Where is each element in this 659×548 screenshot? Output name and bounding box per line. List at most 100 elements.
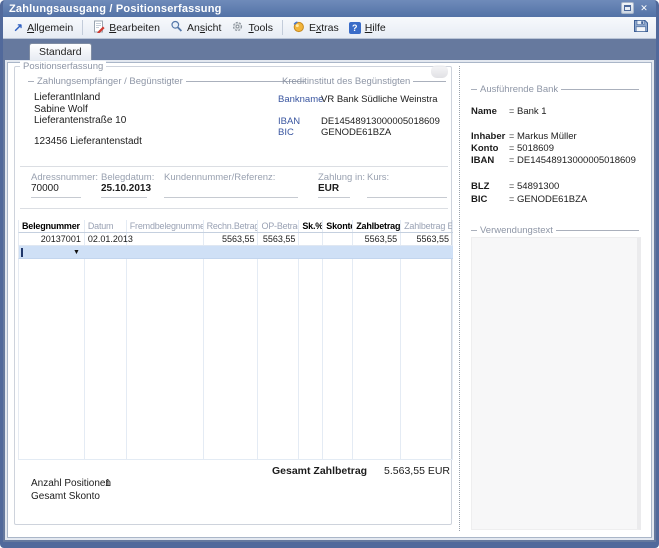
menu-label: Hilfe xyxy=(365,22,386,34)
payee-contact: Sabine Wolf xyxy=(34,104,142,116)
gesamt-zahlbetrag-label: Gesamt Zahlbetrag xyxy=(272,465,367,477)
iban-label: IBAN xyxy=(278,116,300,127)
window-title: Zahlungsausgang / Positionserfassung xyxy=(9,3,222,15)
bank-blz-value: 54891300 xyxy=(517,181,559,192)
table-row-selected[interactable]: ▼ xyxy=(18,246,453,259)
belegdatum-value: 25.10.2013 xyxy=(101,183,151,194)
col-fremdbelegnummer[interactable]: Fremdbelegnummer xyxy=(127,220,204,232)
adressnummer-field[interactable]: 70000 xyxy=(31,183,81,198)
menu-label: Bearbeiten xyxy=(109,22,160,34)
bank-inhaber-label: Inhaber xyxy=(471,131,505,142)
payee-name: LieferantInland xyxy=(34,92,142,104)
cell-datum: 02.01.2013 xyxy=(85,233,127,245)
col-sk-prozent[interactable]: Sk.% xyxy=(299,220,323,232)
menu-allgemein[interactable]: ↗ Allgemein xyxy=(8,20,78,36)
belegdatum-field[interactable]: 25.10.2013 xyxy=(101,183,147,198)
payee-address: LieferantInland Sabine Wolf Lieferantens… xyxy=(34,92,142,147)
group-verwendungstext: Verwendungstext xyxy=(471,225,639,236)
iban-value: DE14548913000005018609 xyxy=(321,116,440,127)
positions-table: Belegnummer Datum Fremdbelegnummer Rechn… xyxy=(18,220,453,460)
kurs-label: Kurs: xyxy=(367,172,389,183)
menu-label: Ansicht xyxy=(187,22,221,34)
adressnummer-label: Adressnummer: xyxy=(31,172,98,183)
pane-splitter[interactable] xyxy=(459,66,460,531)
equals-sign: = xyxy=(509,106,514,116)
adressnummer-value: 70000 xyxy=(31,183,59,194)
tab-standard[interactable]: Standard xyxy=(29,43,92,60)
bic-value: GENODE61BZA xyxy=(321,127,391,138)
close-button[interactable]: ✕ xyxy=(638,2,650,14)
verwendungstext-textarea[interactable] xyxy=(471,237,641,530)
menu-separator xyxy=(82,20,83,35)
tab-strip: Standard xyxy=(3,39,656,60)
bank-bic-value: GENODE61BZA xyxy=(517,194,587,205)
menu-ansicht[interactable]: Ansicht xyxy=(165,18,226,38)
payee-city: 123456 Lieferantenstadt xyxy=(34,136,142,148)
col-zahlbetrag-euro[interactable]: Zahlbetrag Euro xyxy=(401,220,453,232)
belegdatum-label: Belegdatum: xyxy=(101,172,154,183)
cell-fremdbelegnummer xyxy=(127,233,204,245)
payee-street: Lieferantenstraße 10 xyxy=(34,115,142,127)
menu-label: Allgemein xyxy=(27,22,73,34)
kurs-field[interactable] xyxy=(367,183,447,198)
magnifier-icon xyxy=(170,20,183,36)
separator xyxy=(20,166,448,167)
gesamt-zahlbetrag-row: Gesamt Zahlbetrag 5.563,55 EUR xyxy=(15,465,450,477)
group-payee: Zahlungsempfänger / Begünstigter xyxy=(28,76,305,87)
kundennummer-field[interactable] xyxy=(164,183,298,198)
help-icon: ? xyxy=(349,22,361,34)
cell-belegnummer: 20137001 xyxy=(19,233,85,245)
group-beneficiary-bank-label: Kreditinstitut des Begünstigten xyxy=(279,76,413,87)
col-datum[interactable]: Datum xyxy=(85,220,127,232)
equals-sign: = xyxy=(509,181,514,191)
cell-op-betrag: 5563,55 xyxy=(258,233,299,245)
table-header-row: Belegnummer Datum Fremdbelegnummer Rechn… xyxy=(18,220,453,233)
equals-sign: = xyxy=(509,143,514,153)
bank-name-value: Bank 1 xyxy=(517,106,547,117)
group-positionserfassung-label: Positionserfassung xyxy=(20,61,106,72)
edit-note-icon xyxy=(92,20,105,36)
right-pane: Ausführende Bank Name = Bank 1 Inhaber =… xyxy=(464,63,646,537)
menu-extras[interactable]: Extras xyxy=(287,18,344,38)
cell-zahlbetrag-euro: 5563,55 xyxy=(401,233,453,245)
menu-label: Extras xyxy=(309,22,339,34)
bank-name-label: Name xyxy=(471,106,497,117)
table-row[interactable]: 20137001 02.01.2013 5563,55 5563,55 5563… xyxy=(18,233,453,246)
restore-button[interactable] xyxy=(621,2,634,14)
bank-blz-label: BLZ xyxy=(471,181,489,192)
gear-icon xyxy=(231,20,244,36)
equals-sign: = xyxy=(509,155,514,165)
extras-icon xyxy=(292,20,305,36)
cell-skonto xyxy=(323,233,353,245)
menu-separator xyxy=(282,20,283,35)
col-op-betrag[interactable]: OP-Betrag xyxy=(258,220,299,232)
bankname-value: VR Bank Südliche Weinstra xyxy=(321,94,438,105)
equals-sign: = xyxy=(509,194,514,204)
title-bar: Zahlungsausgang / Positionserfassung ✕ xyxy=(3,0,656,17)
col-belegnummer[interactable]: Belegnummer xyxy=(19,220,85,232)
separator xyxy=(20,208,448,209)
anzahl-positionen-value: 1 xyxy=(105,478,111,489)
col-skonto[interactable]: Skonto xyxy=(323,220,353,232)
menu-tools[interactable]: Tools xyxy=(226,18,278,38)
save-button[interactable] xyxy=(631,18,651,37)
bank-inhaber-value: Markus Müller xyxy=(517,131,577,142)
zahlung-in-field[interactable]: EUR xyxy=(318,183,350,198)
window-body: Positionserfassung Zahlungsempfänger / B… xyxy=(3,60,656,542)
content-area: Positionserfassung Zahlungsempfänger / B… xyxy=(7,62,652,538)
arrow-up-right-icon: ↗ xyxy=(13,23,23,33)
menu-bearbeiten[interactable]: Bearbeiten xyxy=(87,18,165,38)
col-zahlbetrag[interactable]: Zahlbetrag xyxy=(353,220,401,232)
menu-hilfe[interactable]: ? Hilfe xyxy=(344,20,391,36)
menu-bar: ↗ Allgemein Bearbeiten Ansicht Tools Ext… xyxy=(3,17,656,39)
group-payee-label: Zahlungsempfänger / Begünstigter xyxy=(34,76,186,87)
group-executing-bank-label: Ausführende Bank xyxy=(477,84,561,95)
col-rechn-betrag[interactable]: Rechn.Betrag xyxy=(204,220,259,232)
bank-bic-label: BIC xyxy=(471,194,487,205)
anzahl-positionen-label: Anzahl Positionen xyxy=(31,478,111,489)
dropdown-arrow-icon[interactable]: ▼ xyxy=(73,249,80,256)
bankname-label: Bankname xyxy=(278,94,323,105)
bic-label: BIC xyxy=(278,127,294,138)
equals-sign: = xyxy=(509,131,514,141)
bank-konto-value: 5018609 xyxy=(517,143,554,154)
